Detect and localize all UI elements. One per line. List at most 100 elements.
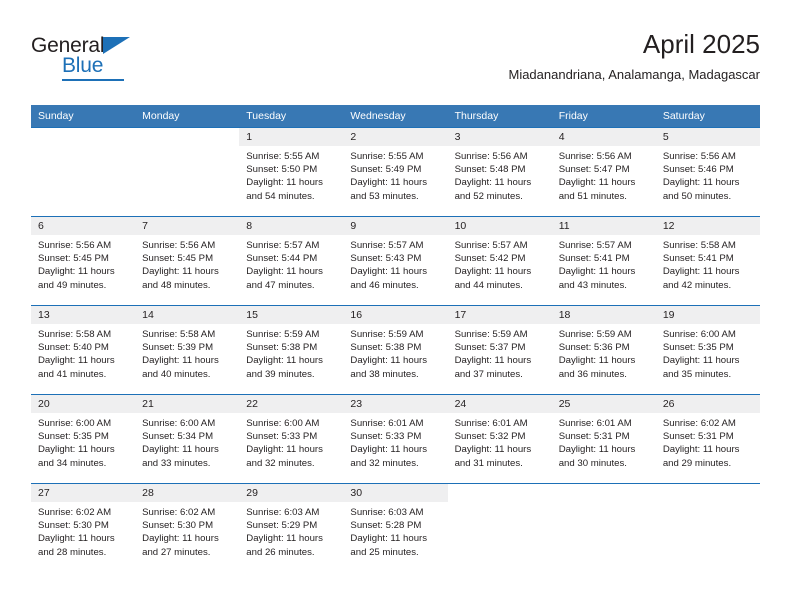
sunset-text: Sunset: 5:35 PM xyxy=(38,431,109,443)
daylight-text-line2: and 31 minutes. xyxy=(454,457,523,469)
calendar-day-cell[interactable]: 7 Sunrise: 5:56 AM Sunset: 5:45 PM Daylight… xyxy=(135,216,240,306)
sunset-text: Sunset: 5:33 PM xyxy=(246,431,318,443)
day-number: 30 xyxy=(343,484,448,502)
calendar-day-cell[interactable]: 26 Sunrise: 6:02 AM Sunset: 5:31 PM Dayligh… xyxy=(655,394,760,484)
sunrise-text: Sunrise: 5:58 AM xyxy=(142,329,216,340)
calendar-day-cell[interactable]: 6 Sunrise: 5:56 AM Sunset: 5:45 PM Daylight… xyxy=(31,216,136,306)
calendar-day-cell[interactable]: 22 Sunrise: 6:00 AM Sunset: 5:33 PM Dayligh… xyxy=(239,394,344,484)
calendar-day-cell[interactable]: 20 Sunrise: 6:00 AM Sunset: 5:35 PM Dayligh… xyxy=(31,394,136,484)
daylight-text-line2: and 41 minutes. xyxy=(38,368,107,380)
sunset-text: Sunset: 5:50 PM xyxy=(246,164,318,176)
sunset-text: Sunset: 5:49 PM xyxy=(350,164,422,176)
calendar-day-cell[interactable]: 10 Sunrise: 5:57 AM Sunset: 5:42 PM Dayligh… xyxy=(447,216,552,306)
daylight-text-line2: and 43 minutes. xyxy=(558,279,627,291)
daylight-text-line1: Daylight: 11 hours xyxy=(558,355,636,367)
sunset-text: Sunset: 5:34 PM xyxy=(142,431,214,443)
daylight-text-line1: Daylight: 11 hours xyxy=(558,177,636,189)
calendar-day-cell[interactable]: 14 Sunrise: 5:58 AM Sunset: 5:39 PM Dayligh… xyxy=(135,305,240,395)
daylight-text-line1: Daylight: 11 hours xyxy=(350,533,428,545)
daylight-text-line2: and 32 minutes. xyxy=(246,457,315,469)
day-details: Sunrise: 5:56 AM Sunset: 5:45 PM Daylight:… xyxy=(31,235,135,292)
day-number: 22 xyxy=(239,395,344,413)
calendar-day-cell[interactable]: 16 Sunrise: 5:59 AM Sunset: 5:38 PM Dayligh… xyxy=(343,305,448,395)
sunset-text: Sunset: 5:36 PM xyxy=(558,342,630,354)
sunrise-text: Sunrise: 5:56 AM xyxy=(38,240,112,251)
weekday-header-thursday: Thursday xyxy=(447,105,552,128)
calendar-day-cell[interactable]: 15 Sunrise: 5:59 AM Sunset: 5:38 PM Dayligh… xyxy=(239,305,344,395)
daylight-text-line2: and 54 minutes. xyxy=(246,190,315,202)
sunset-text: Sunset: 5:46 PM xyxy=(662,164,734,176)
calendar-day-cell[interactable]: 28 Sunrise: 6:02 AM Sunset: 5:30 PM Dayligh… xyxy=(135,483,240,572)
daylight-text-line1: Daylight: 11 hours xyxy=(142,533,219,545)
calendar-day-cell[interactable]: 2 Sunrise: 5:55 AM Sunset: 5:49 PM Daylight… xyxy=(343,127,448,217)
sunrise-text: Sunrise: 5:58 AM xyxy=(662,240,736,251)
calendar-day-cell[interactable]: 8 Sunrise: 5:57 AM Sunset: 5:44 PM Daylight… xyxy=(239,216,344,306)
daylight-text-line1: Daylight: 11 hours xyxy=(350,266,428,278)
sunrise-text: Sunrise: 6:01 AM xyxy=(454,418,528,429)
calendar-day-cell[interactable]: 5 Sunrise: 5:56 AM Sunset: 5:46 PM Daylight… xyxy=(655,127,760,217)
calendar-day-cell[interactable]: 17 Sunrise: 5:59 AM Sunset: 5:37 PM Dayligh… xyxy=(447,305,552,395)
sunrise-text: Sunrise: 5:58 AM xyxy=(38,329,112,340)
calendar-day-cell[interactable]: 29 Sunrise: 6:03 AM Sunset: 5:29 PM Dayligh… xyxy=(239,483,344,572)
calendar-day-cell[interactable]: 21 Sunrise: 6:00 AM Sunset: 5:34 PM Dayligh… xyxy=(135,394,240,484)
day-details: Sunrise: 6:01 AM Sunset: 5:33 PM Daylight:… xyxy=(343,413,447,470)
day-details: Sunrise: 5:56 AM Sunset: 5:48 PM Daylight:… xyxy=(448,146,552,203)
day-details: Sunrise: 5:56 AM Sunset: 5:45 PM Daylight:… xyxy=(135,235,239,292)
day-details: Sunrise: 5:59 AM Sunset: 5:36 PM Daylight:… xyxy=(552,324,656,381)
day-number: 25 xyxy=(551,395,656,413)
calendar-day-cell[interactable]: 11 Sunrise: 5:57 AM Sunset: 5:41 PM Dayligh… xyxy=(551,216,656,306)
sunset-text: Sunset: 5:47 PM xyxy=(558,164,630,176)
sunset-text: Sunset: 5:38 PM xyxy=(246,342,318,354)
calendar-day-cell[interactable]: 25 Sunrise: 6:01 AM Sunset: 5:31 PM Dayligh… xyxy=(551,394,656,484)
calendar-day-cell[interactable]: 23 Sunrise: 6:01 AM Sunset: 5:33 PM Dayligh… xyxy=(343,394,448,484)
sunrise-text: Sunrise: 5:57 AM xyxy=(350,240,424,251)
day-number: 23 xyxy=(343,395,448,413)
calendar-day-cell[interactable]: 24 Sunrise: 6:01 AM Sunset: 5:32 PM Dayligh… xyxy=(447,394,552,484)
sunrise-text: Sunrise: 5:59 AM xyxy=(350,329,424,340)
daylight-text-line2: and 26 minutes. xyxy=(246,546,315,558)
day-details: Sunrise: 6:01 AM Sunset: 5:31 PM Daylight:… xyxy=(552,413,656,470)
sunrise-text: Sunrise: 5:56 AM xyxy=(142,240,216,251)
sunset-text: Sunset: 5:45 PM xyxy=(142,253,214,265)
page-header: General Blue April 2025 Miadanandriana, … xyxy=(31,28,760,100)
sunset-text: Sunset: 5:41 PM xyxy=(662,253,734,265)
calendar-week-row: 20 Sunrise: 6:00 AM Sunset: 5:35 PM Dayligh… xyxy=(31,394,760,484)
day-details: Sunrise: 6:02 AM Sunset: 5:30 PM Daylight:… xyxy=(31,502,135,559)
sunrise-text: Sunrise: 5:57 AM xyxy=(246,240,320,251)
calendar-day-cell[interactable]: 3 Sunrise: 5:56 AM Sunset: 5:48 PM Daylight… xyxy=(447,127,552,217)
daylight-text-line1: Daylight: 11 hours xyxy=(454,444,532,456)
calendar-page: General Blue April 2025 Miadanandriana, … xyxy=(0,0,792,612)
sunrise-text: Sunrise: 5:55 AM xyxy=(246,151,320,162)
day-number: 3 xyxy=(447,128,552,146)
calendar-day-cell[interactable]: 30 Sunrise: 6:03 AM Sunset: 5:28 PM Dayligh… xyxy=(343,483,448,572)
daylight-text-line2: and 35 minutes. xyxy=(662,368,732,380)
day-number: 10 xyxy=(447,217,552,235)
sunrise-text: Sunrise: 6:03 AM xyxy=(350,507,424,518)
daylight-text-line1: Daylight: 11 hours xyxy=(246,533,323,545)
calendar-empty-cell xyxy=(31,127,136,217)
day-number xyxy=(135,128,239,146)
day-details: Sunrise: 5:57 AM Sunset: 5:44 PM Daylight:… xyxy=(239,235,343,292)
day-details: Sunrise: 5:55 AM Sunset: 5:50 PM Daylight:… xyxy=(239,146,343,203)
page-title: April 2025 xyxy=(642,29,760,59)
day-number: 13 xyxy=(31,306,136,324)
calendar-day-cell[interactable]: 4 Sunrise: 5:56 AM Sunset: 5:47 PM Daylight… xyxy=(551,127,656,217)
calendar-day-cell[interactable]: 12 Sunrise: 5:58 AM Sunset: 5:41 PM Dayligh… xyxy=(655,216,760,306)
daylight-text-line2: and 34 minutes. xyxy=(38,457,107,469)
day-number: 28 xyxy=(135,484,240,502)
calendar-day-cell[interactable]: 19 Sunrise: 6:00 AM Sunset: 5:35 PM Dayligh… xyxy=(655,305,760,395)
calendar-empty-cell xyxy=(655,483,760,572)
sunrise-text: Sunrise: 5:56 AM xyxy=(558,151,632,162)
sunrise-text: Sunrise: 5:56 AM xyxy=(662,151,736,162)
calendar-day-cell[interactable]: 27 Sunrise: 6:02 AM Sunset: 5:30 PM Dayligh… xyxy=(31,483,136,572)
daylight-text-line2: and 29 minutes. xyxy=(662,457,732,469)
day-number: 9 xyxy=(343,217,448,235)
calendar-day-cell[interactable]: 13 Sunrise: 5:58 AM Sunset: 5:40 PM Dayligh… xyxy=(31,305,136,395)
calendar-day-cell[interactable]: 18 Sunrise: 5:59 AM Sunset: 5:36 PM Dayligh… xyxy=(551,305,656,395)
daylight-text-line2: and 53 minutes. xyxy=(350,190,419,202)
calendar-day-cell[interactable]: 1 Sunrise: 5:55 AM Sunset: 5:50 PM Daylight… xyxy=(239,127,344,217)
daylight-text-line1: Daylight: 11 hours xyxy=(246,266,323,278)
sunset-text: Sunset: 5:42 PM xyxy=(454,253,526,265)
day-number: 4 xyxy=(551,128,656,146)
calendar-day-cell[interactable]: 9 Sunrise: 5:57 AM Sunset: 5:43 PM Daylight… xyxy=(343,216,448,306)
